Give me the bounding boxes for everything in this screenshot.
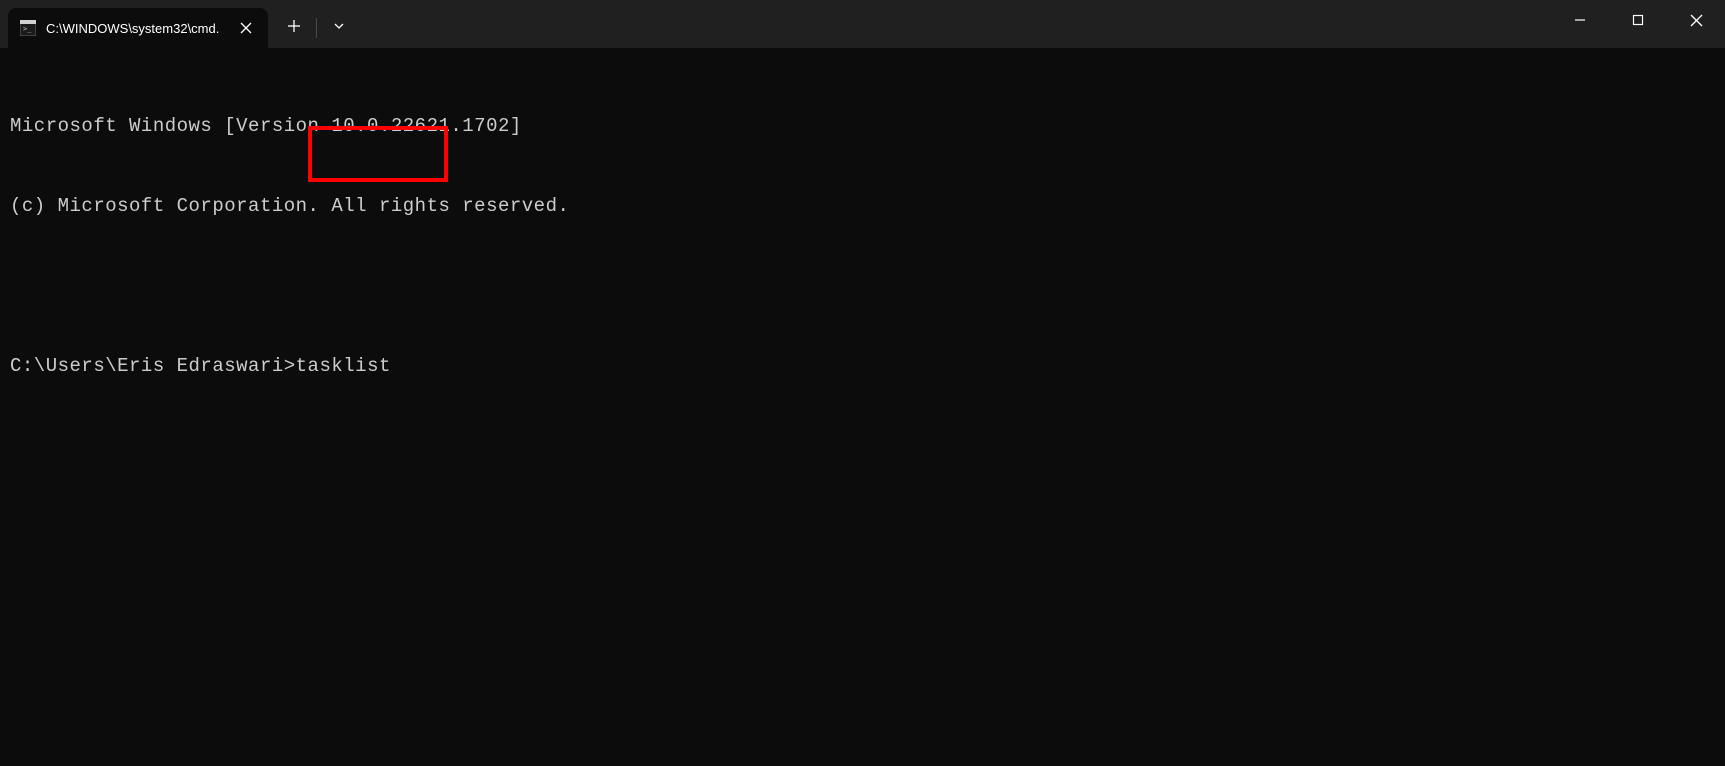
titlebar: >_ C:\WINDOWS\system32\cmd. xyxy=(0,0,1725,48)
close-button[interactable] xyxy=(1667,0,1725,40)
maximize-button[interactable] xyxy=(1609,0,1667,40)
tab-title: C:\WINDOWS\system32\cmd. xyxy=(46,21,226,36)
terminal-output[interactable]: Microsoft Windows [Version 10.0.22621.17… xyxy=(0,48,1725,418)
blank-line xyxy=(10,273,1715,300)
window-controls xyxy=(1551,0,1725,40)
tab-dropdown-button[interactable] xyxy=(321,8,357,44)
banner-line-1: Microsoft Windows [Version 10.0.22621.17… xyxy=(10,113,1715,140)
tab-area: >_ C:\WINDOWS\system32\cmd. xyxy=(0,0,268,48)
banner-line-2: (c) Microsoft Corporation. All rights re… xyxy=(10,193,1715,220)
minimize-button[interactable] xyxy=(1551,0,1609,40)
command-text: tasklist xyxy=(296,353,391,380)
cmd-icon: >_ xyxy=(20,20,36,36)
active-tab[interactable]: >_ C:\WINDOWS\system32\cmd. xyxy=(8,8,268,48)
new-tab-button[interactable] xyxy=(276,8,312,44)
tab-actions xyxy=(268,0,357,48)
tab-close-button[interactable] xyxy=(236,18,256,38)
svg-text:>_: >_ xyxy=(23,25,32,33)
divider xyxy=(316,18,317,38)
prompt-text: C:\Users\Eris Edraswari> xyxy=(10,353,296,380)
prompt-line: C:\Users\Eris Edraswari>tasklist xyxy=(10,353,1715,380)
